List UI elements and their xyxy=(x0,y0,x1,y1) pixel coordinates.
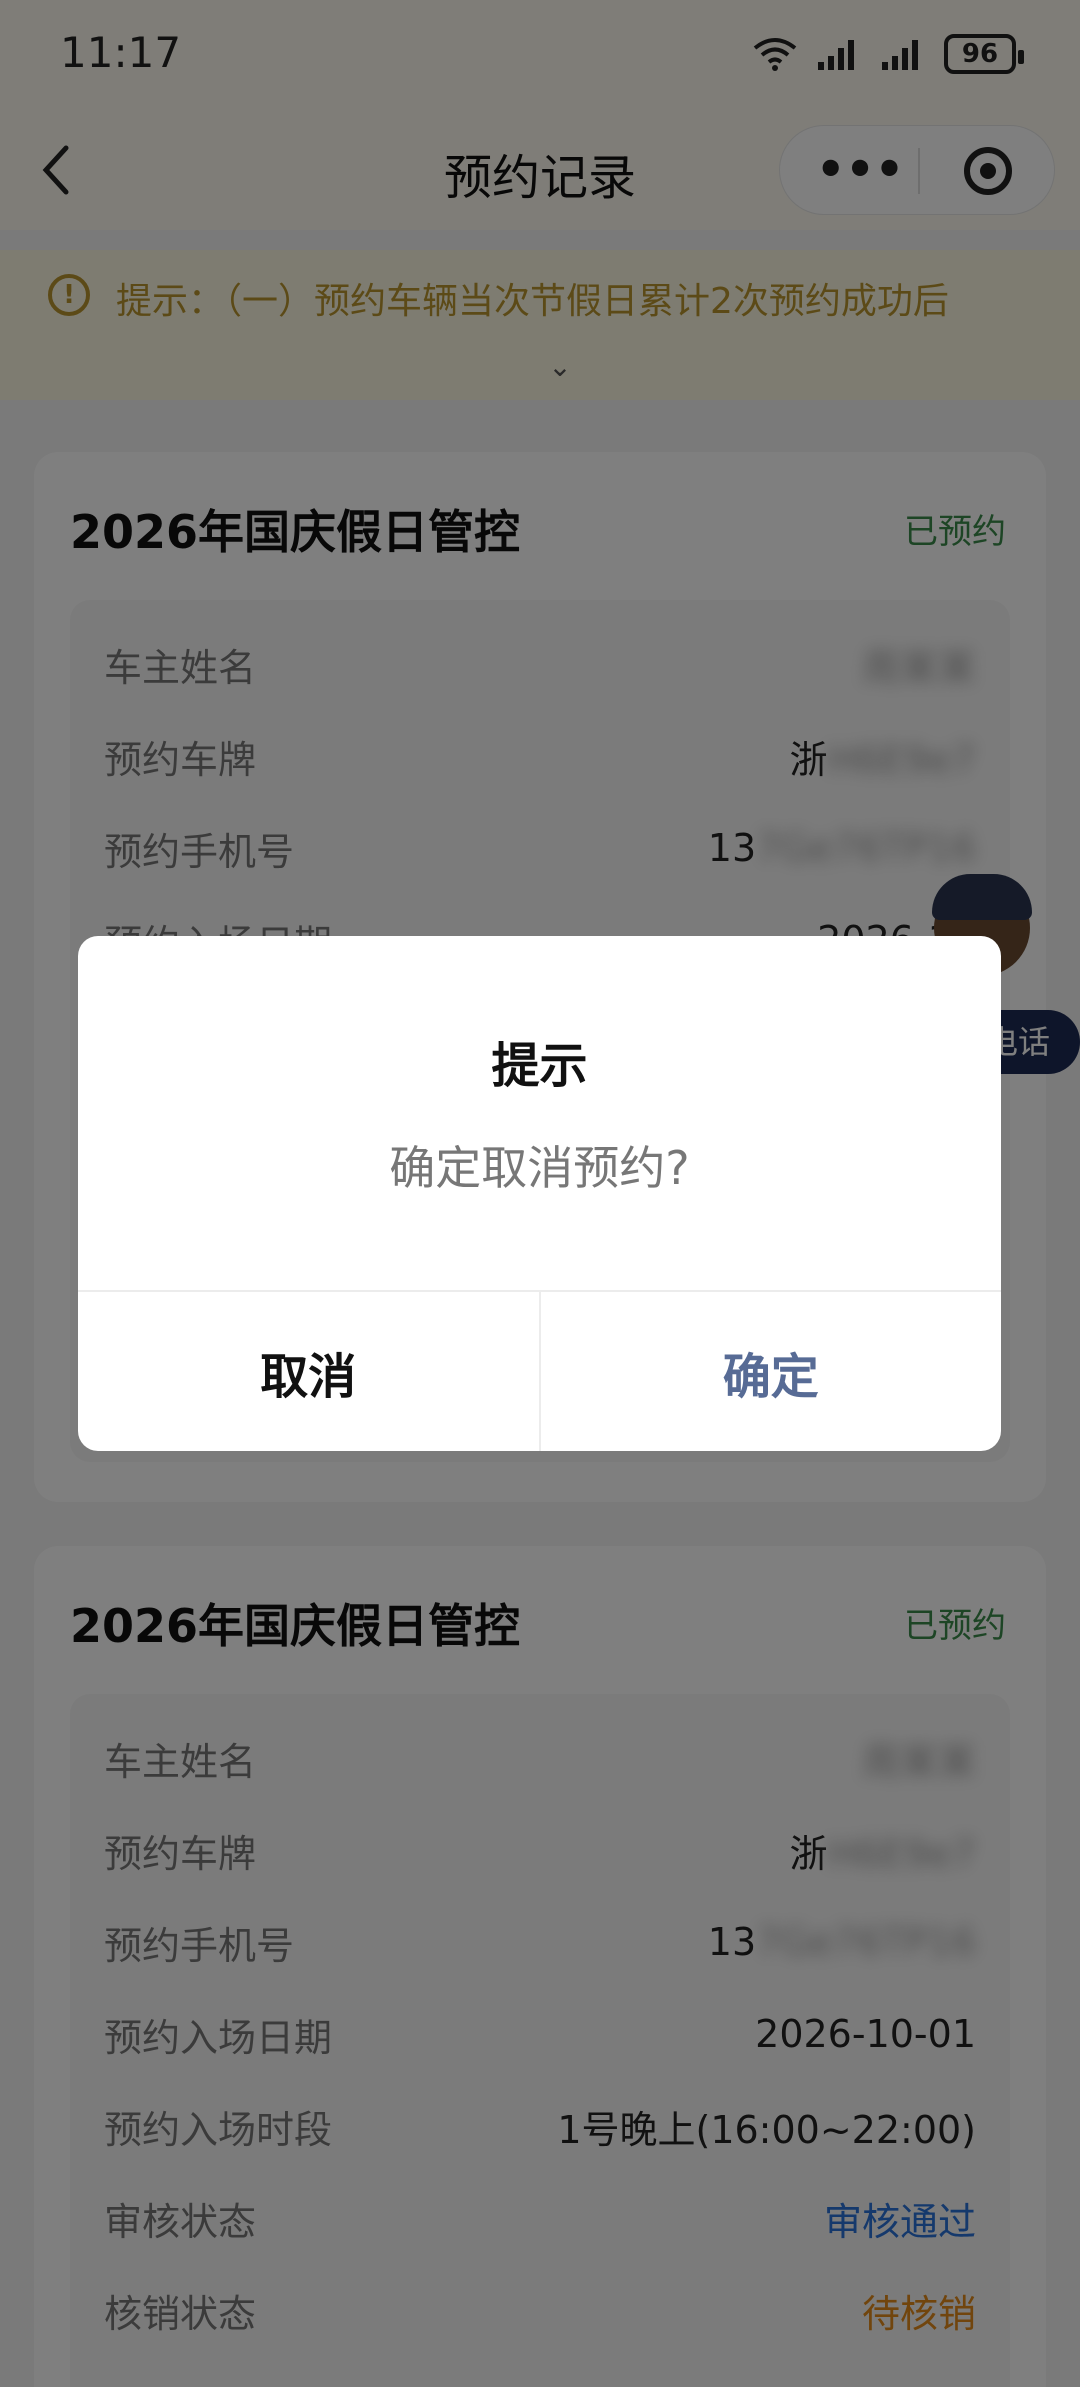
dialog-message: 确定取消预约? xyxy=(389,1141,690,1195)
confirm-dialog: 提示 确定取消预约? 取消 确定 xyxy=(78,936,1001,1451)
cancel-button[interactable]: 取消 xyxy=(78,1292,541,1451)
dialog-buttons: 取消 确定 xyxy=(78,1290,1001,1451)
confirm-button[interactable]: 确定 xyxy=(541,1292,1002,1451)
dialog-title: 提示 xyxy=(491,1038,588,1094)
